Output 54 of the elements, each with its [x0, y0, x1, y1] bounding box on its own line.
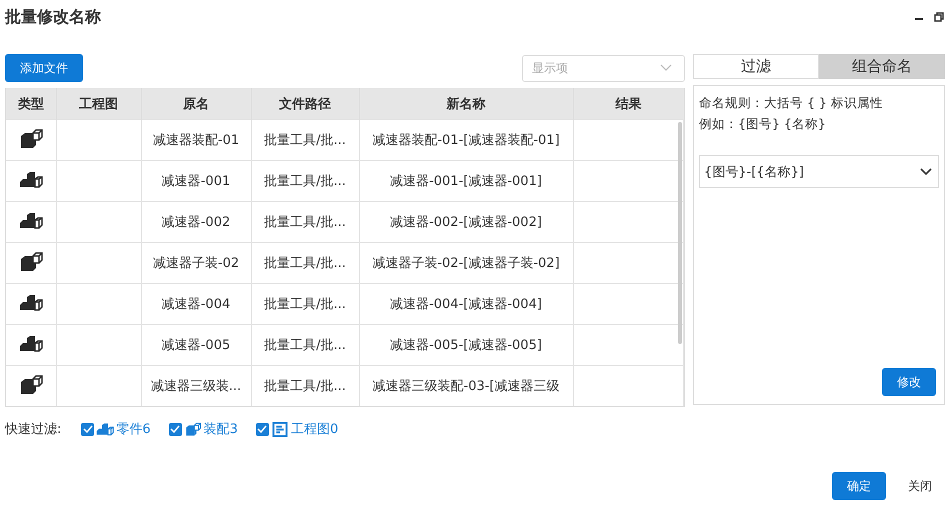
table-cell: 减速器-002 [141, 202, 251, 242]
quick-filter-label: 快速过滤: [5, 421, 62, 438]
table-cell: 减速器-002-[减速器-002] [359, 202, 573, 242]
column-header: 结果 [573, 88, 684, 120]
table-cell: 批量工具/批... [251, 202, 359, 242]
column-header: 工程图 [56, 88, 141, 120]
table-cell: 批量工具/批... [251, 160, 359, 202]
table-cell: 减速器装配-01 [141, 120, 251, 160]
table-cell: 减速器-001 [141, 160, 251, 202]
restore-icon[interactable] [932, 10, 946, 24]
filter-label: 零件6 [116, 421, 151, 438]
checkbox[interactable] [256, 422, 269, 436]
checkbox[interactable] [168, 422, 182, 436]
column-header: 类型 [6, 88, 56, 120]
filter-label: 装配3 [204, 421, 238, 438]
table-cell: 减速器-004-[减速器-004] [359, 284, 573, 324]
table-cell: 减速器子装-02-[减速器子装-02] [359, 242, 573, 284]
column-header: 文件路径 [251, 88, 359, 120]
checkbox[interactable] [81, 422, 94, 436]
pattern-dropdown[interactable]: {图号}-[{名称}] [699, 155, 939, 188]
table-cell: 减速器-005-[减速器-005] [359, 324, 573, 366]
example-text: 例如：{图号} {名称} [699, 115, 827, 133]
naming-rule-text: 命名规则：大括号 { } 标识属性 [699, 94, 884, 112]
part-icon [18, 210, 43, 232]
part-icon [18, 292, 43, 314]
part-icon [18, 333, 43, 355]
tab[interactable]: 过滤 [693, 54, 819, 79]
table-cell: 减速器-001-[减速器-001] [359, 160, 573, 202]
column-header: 原名 [141, 88, 251, 120]
part-icon [96, 422, 114, 436]
assembly-icon [18, 128, 43, 150]
table-cell: 减速器装配-01-[减速器装配-01] [359, 120, 573, 160]
chevron-down-icon [660, 64, 672, 72]
modify-button[interactable]: 修改 [882, 368, 936, 396]
table-cell: 批量工具/批... [251, 324, 359, 366]
table-cell: 减速器-005 [141, 324, 251, 366]
window-title: 批量修改名称 [5, 6, 101, 28]
assembly-icon [18, 251, 43, 273]
table-cell: 批量工具/批... [251, 120, 359, 160]
table-cell: 批量工具/批... [251, 284, 359, 324]
add-file-button[interactable]: 添加文件 [5, 54, 83, 82]
table-cell: 减速器-004 [141, 284, 251, 324]
column-header: 新名称 [359, 88, 573, 120]
tab[interactable]: 组合命名 [819, 54, 945, 79]
assembly-icon [18, 374, 43, 396]
close-button[interactable]: 关闭 [902, 474, 938, 498]
table-cell: 减速器子装-02 [141, 242, 251, 284]
filter-label: 工程图0 [290, 421, 338, 438]
part-icon [18, 169, 43, 191]
ok-button[interactable]: 确定 [832, 472, 886, 500]
drawing-icon [270, 422, 289, 436]
chevron-down-icon [920, 168, 932, 176]
table-cell: 批量工具/批... [251, 242, 359, 284]
assembly-icon [184, 422, 202, 436]
